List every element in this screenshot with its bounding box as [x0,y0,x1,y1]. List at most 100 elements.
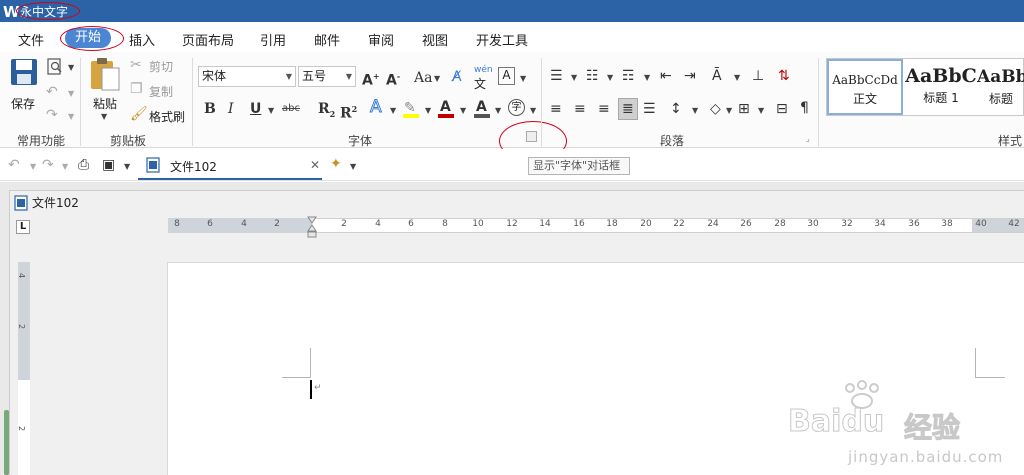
document-icon [14,195,28,211]
show-marks-icon[interactable]: ¶ [800,100,809,116]
chevron-down-icon[interactable]: ▼ [495,106,501,115]
text-direction-icon[interactable]: Ā [712,68,722,84]
text-effect-button[interactable]: A [370,98,383,116]
chevron-down-icon[interactable]: ▼ [350,162,356,171]
indent-marker-icon[interactable] [307,216,317,238]
chevron-down-icon[interactable]: ▼ [68,112,74,121]
shrink-font-icon[interactable]: A- [386,69,400,89]
paste-button[interactable]: 粘贴 [93,95,117,112]
chevron-down-icon[interactable]: ▼ [62,162,68,171]
clear-format-icon[interactable]: A̸ [452,69,462,85]
chevron-down-icon[interactable]: ▼ [68,63,74,72]
paste-icon[interactable] [88,56,122,92]
chevron-down-icon[interactable]: ▼ [692,106,698,115]
redo-icon[interactable]: ↷ [42,157,54,173]
paragraph-dialog-launcher-icon[interactable]: ⌟ [806,134,810,143]
numbering-icon[interactable]: ☷ [586,68,599,84]
grow-font-icon[interactable]: A+ [362,69,380,89]
save-button[interactable]: 保存 [11,95,35,112]
tab-insert[interactable]: 插入 [129,30,155,49]
ruler-tick: 22 [673,219,685,229]
chevron-down-icon[interactable]: ▼ [101,112,107,121]
vertical-scrollbar[interactable] [4,410,9,475]
page-break-icon[interactable]: ⊥ [752,68,764,84]
tab-stop-selector[interactable]: L [16,220,30,234]
copy-icon[interactable]: ❐ [130,81,143,97]
distributed-icon[interactable]: ☰ [643,101,656,117]
redo-icon[interactable]: ↷ [46,107,58,123]
format-painter-icon[interactable]: 🖌 [130,106,148,122]
tab-page-layout[interactable]: 页面布局 [182,30,234,49]
chevron-down-icon[interactable]: ▼ [520,74,526,83]
group-divider [818,58,819,146]
chevron-down-icon[interactable]: ▼ [530,106,536,115]
cut-button[interactable]: 剪切 [149,58,173,75]
print-preview-icon[interactable]: ⎙ [78,157,89,173]
chevron-down-icon[interactable]: ▼ [425,106,431,115]
enclose-char-button[interactable]: 字 [508,99,525,116]
chevron-down-icon[interactable]: ▼ [268,106,274,115]
scissors-icon[interactable]: ✂ [130,57,142,73]
copy-button[interactable]: 复制 [149,83,173,100]
chevron-down-icon[interactable]: ▼ [30,162,36,171]
multilevel-list-icon[interactable]: ☶ [622,68,635,84]
chevron-down-icon[interactable]: ▼ [734,73,740,82]
chevron-down-icon[interactable]: ▼ [460,106,466,115]
close-icon[interactable]: ✕ [310,158,320,172]
chevron-down-icon[interactable]: ▼ [124,162,130,171]
align-center-icon[interactable]: ≡ [574,101,586,117]
font-size-select[interactable]: 五号 ▼ [298,66,356,87]
change-case-icon[interactable]: Aa [414,70,432,86]
char-shading-button[interactable]: A [476,99,487,115]
chevron-down-icon[interactable]: ▼ [390,106,396,115]
tab-view[interactable]: 视图 [422,30,448,49]
shading-icon[interactable]: ◇ [710,101,721,117]
font-name-select[interactable]: 宋体 ▼ [198,66,296,87]
borders-icon[interactable]: ⊞ [738,101,750,117]
tab-file[interactable]: 文件 [18,30,44,49]
subscript-button[interactable]: R2 [318,101,335,122]
align-right-icon[interactable]: ≡ [598,101,610,117]
superscript-button[interactable]: R2 [340,101,357,122]
save-icon[interactable] [10,58,38,86]
sort-icon[interactable]: ⇅ [778,68,790,84]
increase-indent-icon[interactable]: ⇥ [684,68,696,84]
strikethrough-button[interactable]: abc [282,103,300,114]
undo-icon[interactable]: ↶ [46,84,58,100]
chinese-layout-icon[interactable]: ⊟ [776,101,788,117]
style-item-normal[interactable]: AaBbCcDd 正文 [827,59,903,115]
line-spacing-icon[interactable]: ↕ [670,101,682,117]
ruler-tick: 2 [274,219,280,229]
chevron-down-icon[interactable]: ▼ [726,106,732,115]
undo-icon[interactable]: ↶ [8,157,20,173]
save-icon[interactable]: ▣ [102,157,115,173]
style-item-heading-1[interactable]: AaBbC 标题 1 [905,59,977,115]
document-tab[interactable]: 文件102 ✕ [138,152,322,180]
tab-mail[interactable]: 邮件 [314,30,340,49]
style-item-title[interactable]: AaBb 标题 [977,59,1024,115]
chevron-down-icon[interactable]: ▼ [758,106,764,115]
bullets-icon[interactable]: ☰ [550,68,563,84]
tab-references[interactable]: 引用 [260,30,286,49]
crop-mark [282,377,311,378]
subscript-glyph: R [318,101,330,117]
new-document-icon[interactable]: ✦ [330,156,342,172]
bold-button[interactable]: B [204,101,216,117]
underline-button[interactable]: U [250,101,261,117]
tab-developer[interactable]: 开发工具 [476,30,528,49]
highlight-color-bar [403,114,419,118]
chevron-down-icon[interactable]: ▼ [68,89,74,98]
format-painter-button[interactable]: 格式刷 [149,108,185,125]
print-preview-icon[interactable] [46,58,64,76]
italic-button[interactable]: I [228,101,234,117]
chevron-down-icon[interactable]: ▼ [434,74,440,83]
align-left-icon[interactable]: ≡ [550,101,562,117]
chevron-down-icon[interactable]: ▼ [607,73,613,82]
tab-review[interactable]: 审阅 [368,30,394,49]
chevron-down-icon[interactable]: ▼ [571,73,577,82]
chevron-down-icon[interactable]: ▼ [644,73,650,82]
phonetic-guide-icon[interactable]: wén 文 [474,65,493,92]
font-color-button[interactable]: A [440,99,451,115]
char-border-icon[interactable]: A [498,67,515,85]
decrease-indent-icon[interactable]: ⇤ [660,68,672,84]
